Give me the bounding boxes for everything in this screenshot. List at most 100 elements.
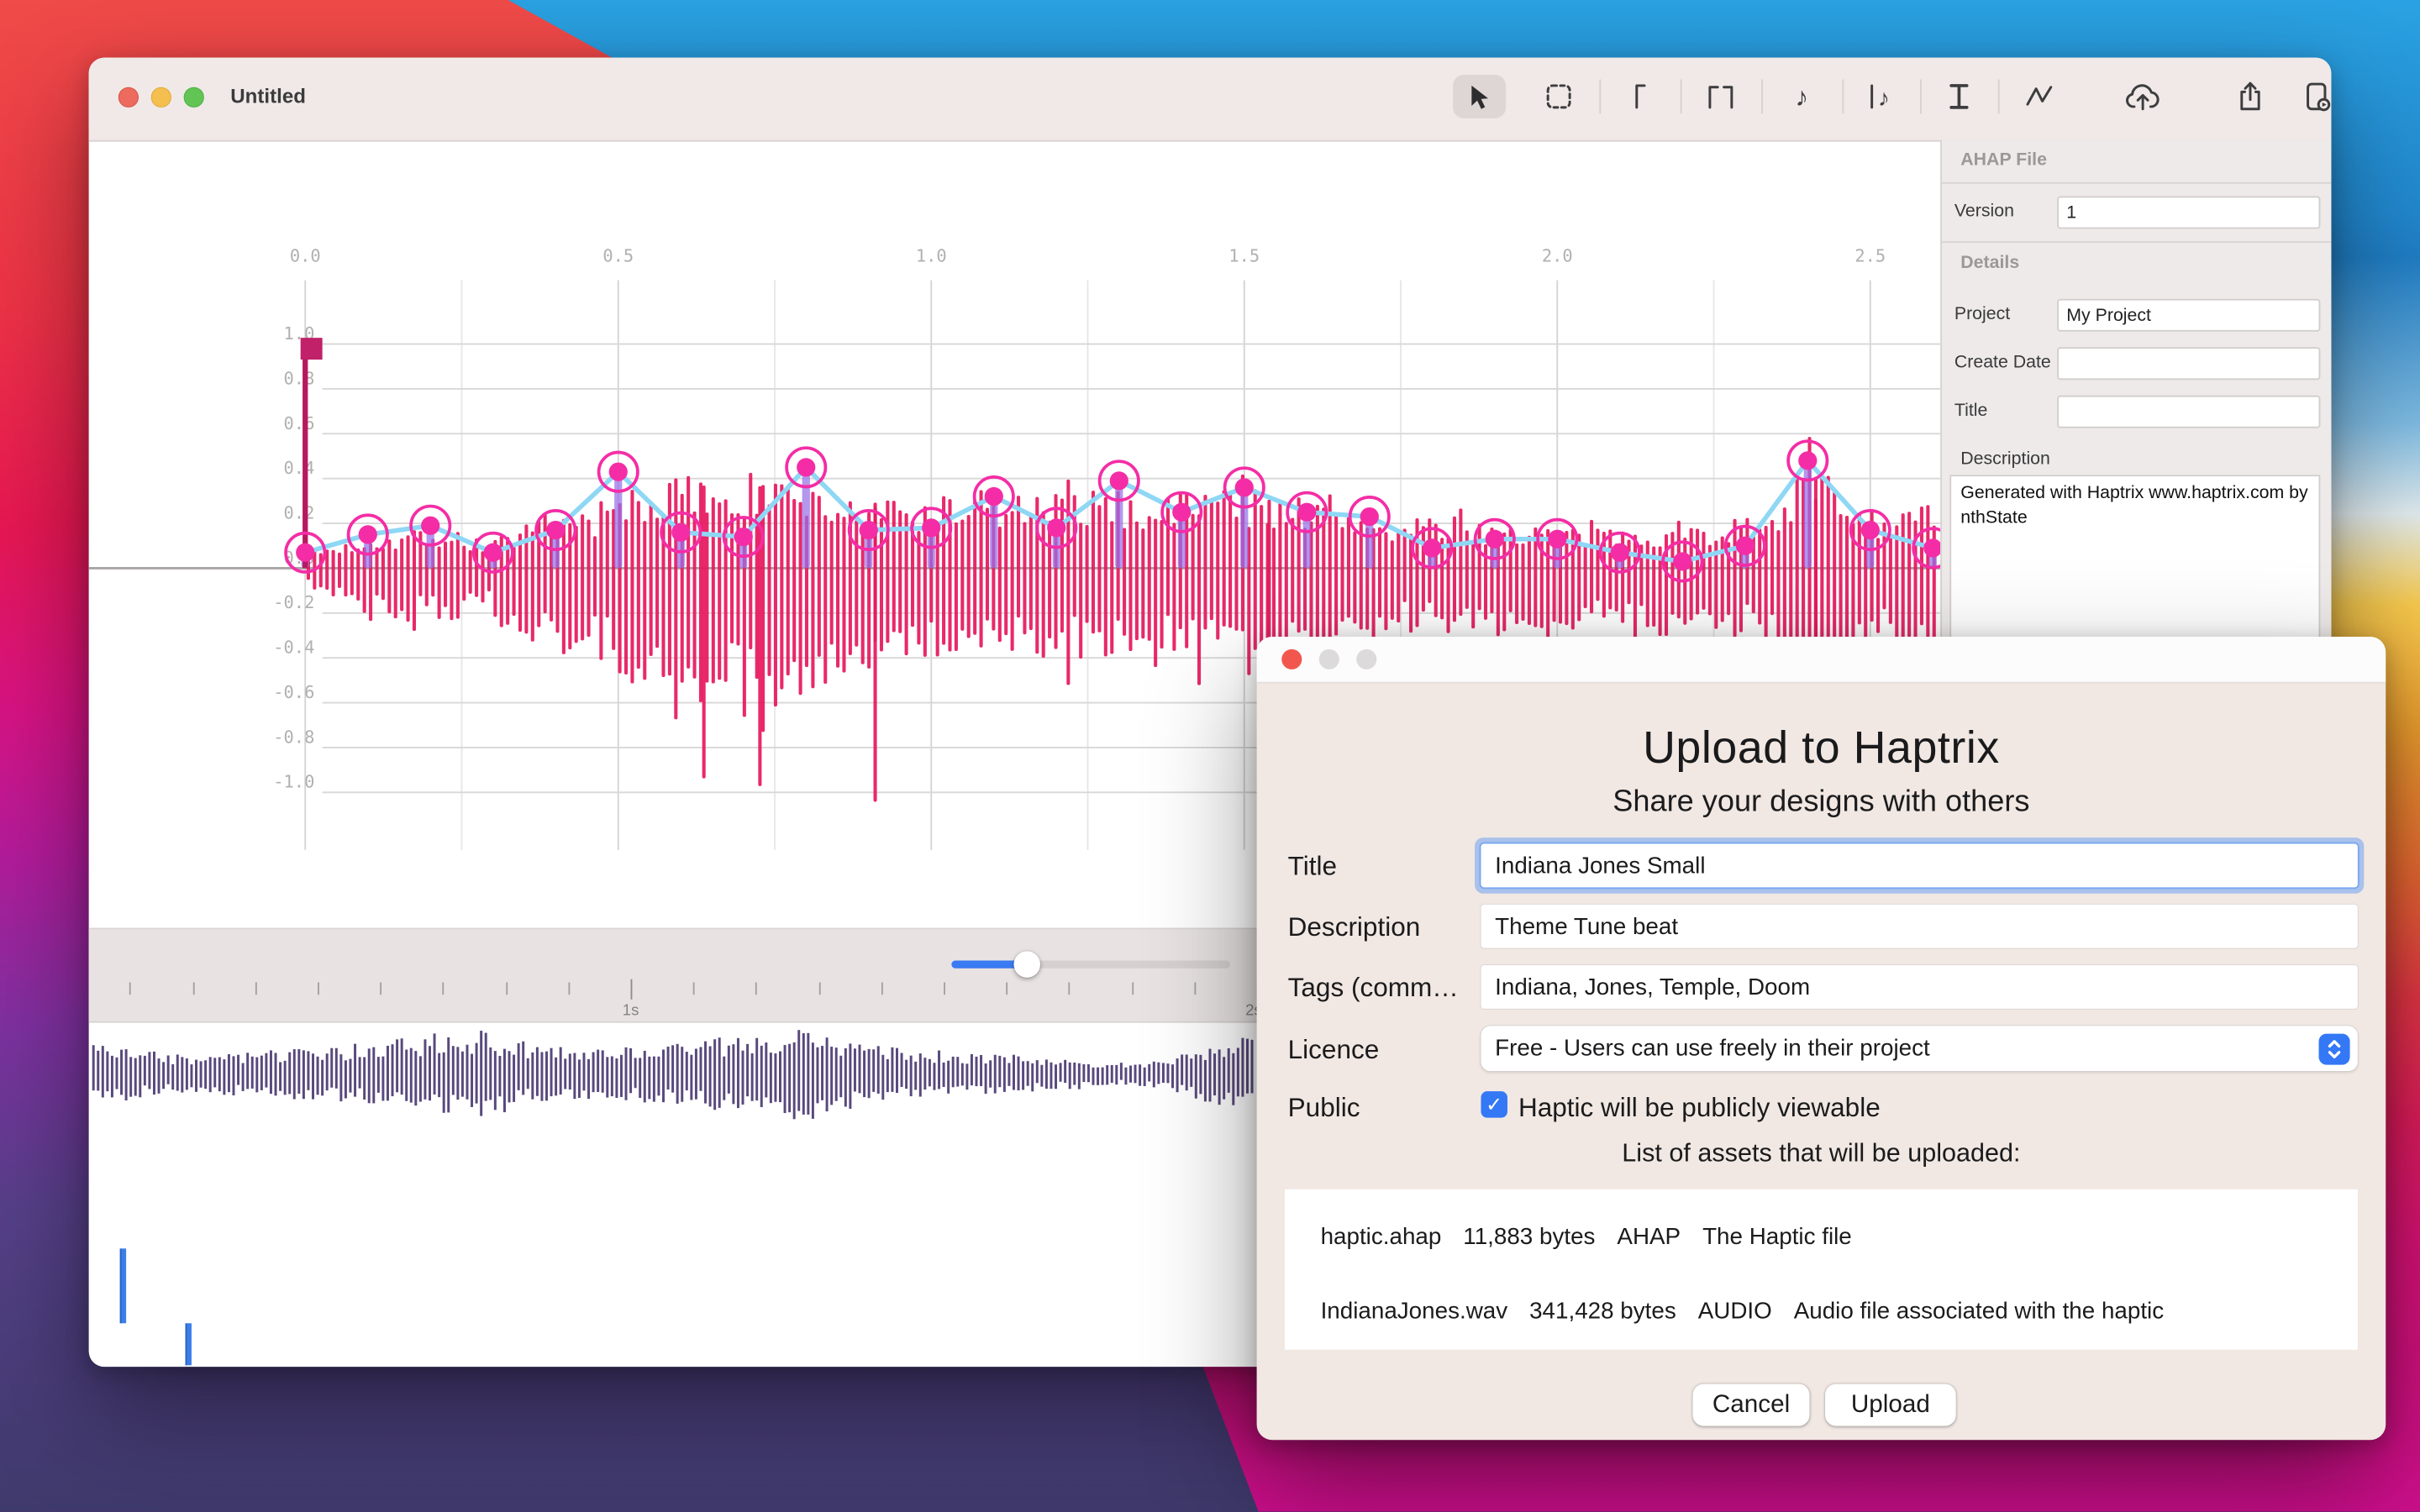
pointer-icon: [1469, 83, 1491, 110]
device-play-button[interactable]: [2291, 75, 2331, 118]
window-title: Untitled: [230, 84, 306, 108]
pointer-tool-button[interactable]: [1453, 75, 1506, 118]
marquee-select-tool-button[interactable]: [1533, 75, 1586, 118]
licence-label: Licence: [1288, 1035, 1380, 1066]
asset-size: 341,428 bytes: [1529, 1299, 1676, 1326]
upload-button[interactable]: Upload: [1825, 1384, 1956, 1426]
audio-note-tool-button[interactable]: ♪: [1776, 75, 1828, 118]
create-date-input[interactable]: [2057, 347, 2320, 380]
assets-heading: List of assets that will be uploaded:: [1257, 1140, 2386, 1169]
ruler-tick: [1069, 982, 1071, 995]
ruler-tick: [756, 982, 758, 995]
svg-text:1.5: 1.5: [1228, 245, 1260, 265]
dialog-heading: Upload to Haptrix: [1257, 724, 2386, 775]
minimize-button[interactable]: [151, 87, 171, 108]
svg-text:0.0: 0.0: [290, 245, 321, 265]
overview-transient-bar[interactable]: [120, 1248, 126, 1323]
device-play-icon: [2303, 81, 2331, 112]
asset-row[interactable]: haptic.ahap 11,883 bytes AHAP The Haptic…: [1321, 1224, 1852, 1251]
dialog-titlebar[interactable]: [1257, 637, 2386, 684]
upload-description-input[interactable]: [1481, 905, 2357, 948]
create-date-label: Create Date: [1954, 354, 2051, 372]
cancel-button[interactable]: Cancel: [1693, 1384, 1810, 1426]
parameter-curve-tool-button[interactable]: [2012, 75, 2065, 118]
ruler-tick: [506, 982, 508, 995]
ruler-tick: [192, 982, 194, 995]
audio-note-line-tool-button[interactable]: ♪: [1854, 75, 1907, 118]
dialog-close-button[interactable]: [1281, 649, 1302, 669]
cloud-upload-icon: [2124, 81, 2161, 112]
dialog-zoom-button: [1356, 649, 1376, 669]
select-stepper-icon: [2319, 1033, 2350, 1064]
share-icon: [2236, 81, 2264, 112]
section-header-details: Details: [1960, 254, 2019, 272]
zoom-button[interactable]: [184, 87, 204, 108]
toolbar-separator: [1842, 80, 1844, 114]
toolbar-separator: [1761, 80, 1763, 114]
version-label: Version: [1954, 202, 2014, 221]
ruler-tick: [130, 982, 132, 995]
ruler-tick: [443, 982, 445, 995]
ruler-tick: [318, 982, 319, 995]
continuous-event-icon: [1705, 82, 1736, 110]
project-input[interactable]: [2057, 299, 2320, 332]
upload-tags-input[interactable]: [1481, 965, 2357, 1009]
asset-type: AHAP: [1617, 1224, 1681, 1251]
asset-desc: Audio file associated with the haptic: [1794, 1299, 2164, 1326]
version-input[interactable]: [2057, 197, 2320, 229]
ruler-tick: [1194, 982, 1196, 995]
ruler-tick: [818, 982, 820, 995]
svg-text:0.6: 0.6: [284, 413, 315, 433]
asset-desc: The Haptic file: [1702, 1224, 1852, 1251]
upload-dialog: Upload to Haptrix Share your designs wit…: [1257, 637, 2386, 1440]
svg-text:0.5: 0.5: [602, 245, 634, 265]
share-button[interactable]: [2223, 75, 2276, 118]
asset-name: haptic.ahap: [1321, 1224, 1442, 1251]
public-checkbox-label: Haptic will be publicly viewable: [1518, 1093, 1881, 1124]
dialog-subheading: Share your designs with others: [1257, 785, 2386, 821]
assets-list: haptic.ahap 11,883 bytes AHAP The Haptic…: [1285, 1189, 2358, 1350]
parameter-ibeam-tool-button[interactable]: [1933, 75, 1986, 118]
toolbar-separator: [1998, 80, 2000, 114]
svg-text:0.8: 0.8: [284, 368, 315, 388]
marquee-select-icon: [1544, 82, 1572, 110]
ruler-tick: [1132, 982, 1134, 995]
svg-text:2.5: 2.5: [1854, 245, 1886, 265]
svg-text:-0.6: -0.6: [273, 682, 314, 702]
ruler-tick: [381, 982, 382, 995]
ruler-tick: [255, 982, 257, 995]
toolbar-separator: [1681, 80, 1682, 114]
ruler-tick: [631, 979, 633, 1000]
toolbar-separator: [1599, 80, 1601, 114]
svg-text:-0.2: -0.2: [273, 592, 314, 612]
title-label: Title: [1954, 402, 1987, 420]
ibeam-icon: [1945, 82, 1973, 110]
close-button[interactable]: [118, 87, 139, 108]
asset-type: AUDIO: [1698, 1299, 1772, 1326]
music-note-icon: ♪: [1795, 83, 1808, 110]
curve-zigzag-icon: [2023, 84, 2053, 109]
transient-event-tool-button[interactable]: [1615, 75, 1668, 118]
ruler-tick: [693, 982, 695, 995]
project-label: Project: [1954, 305, 2010, 323]
overview-transient-bar[interactable]: [186, 1323, 192, 1365]
licence-select[interactable]: Free - Users can use freely in their pro…: [1481, 1026, 2357, 1071]
toolbar-separator: [1920, 80, 1922, 114]
asset-size: 11,883 bytes: [1463, 1224, 1595, 1251]
zoom-slider-knob[interactable]: [1013, 951, 1040, 978]
upload-title-input[interactable]: [1481, 843, 2357, 887]
public-checkbox[interactable]: ✓: [1481, 1091, 1507, 1118]
titlebar[interactable]: Untitled ♪ ♪: [89, 58, 2332, 142]
title-input[interactable]: [2057, 396, 2320, 428]
asset-row[interactable]: IndianaJones.wav 341,428 bytes AUDIO Aud…: [1321, 1299, 2165, 1326]
ruler-tick: [568, 982, 570, 995]
cloud-upload-button[interactable]: [2117, 75, 2170, 118]
divider: [1942, 182, 2331, 184]
svg-text:-0.8: -0.8: [273, 727, 314, 747]
ruler-label: 1s: [623, 1003, 639, 1020]
ruler-tick: [881, 982, 883, 995]
zoom-slider[interactable]: [951, 960, 1230, 968]
public-label: Public: [1288, 1093, 1360, 1124]
svg-text:♪: ♪: [1878, 85, 1890, 111]
continuous-event-tool-button[interactable]: [1694, 75, 1747, 118]
